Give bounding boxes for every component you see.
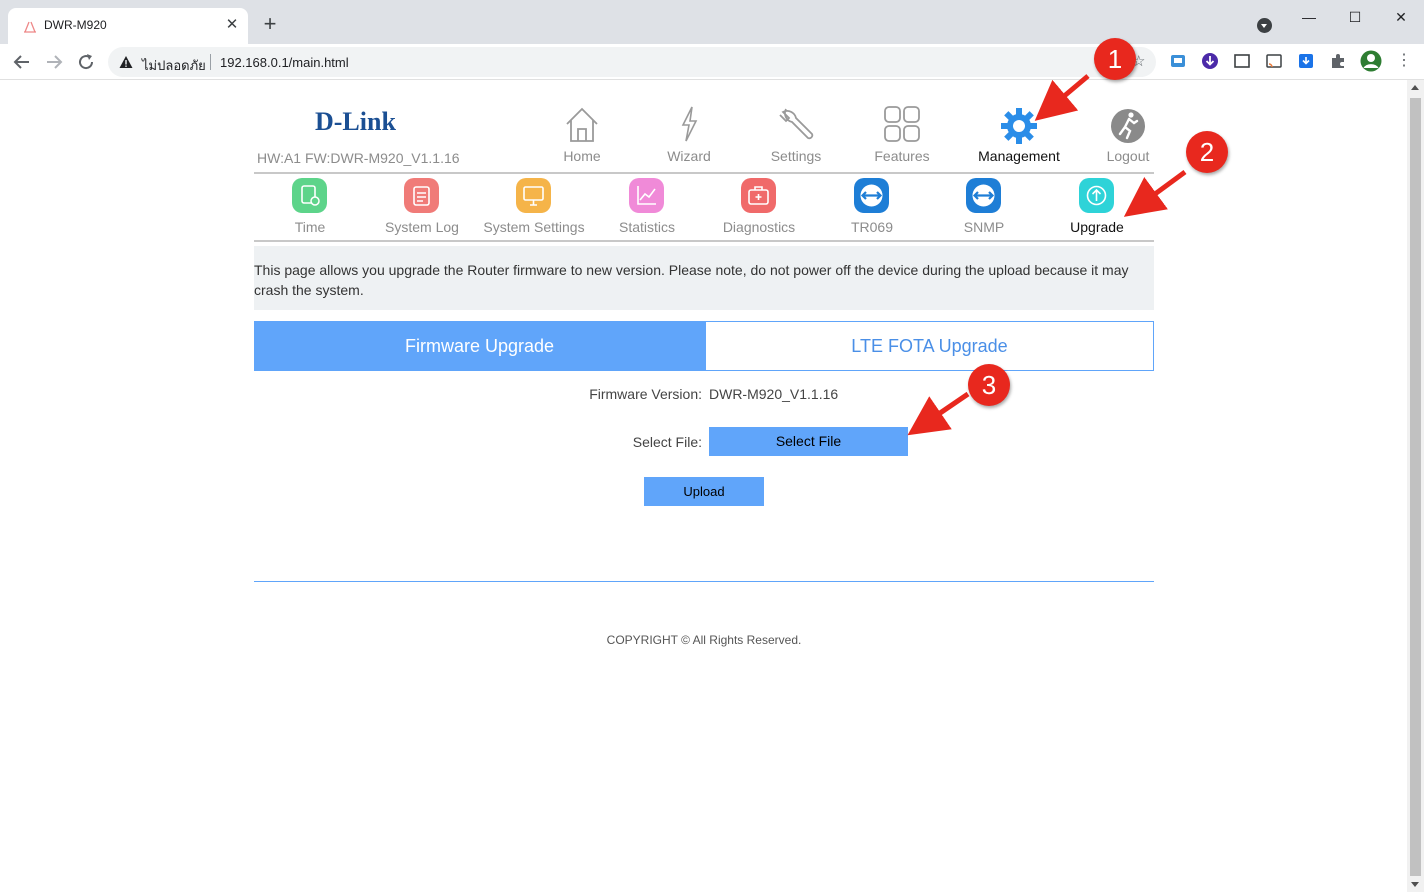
extensions-puzzle-icon[interactable] — [1329, 52, 1347, 70]
window-close-button[interactable]: ✕ — [1388, 6, 1414, 28]
main-nav-label: Features — [874, 148, 930, 164]
tab-lte-fota-upgrade[interactable]: LTE FOTA Upgrade — [705, 321, 1154, 371]
main-nav-management[interactable]: Management — [966, 100, 1072, 166]
browser-menu-icon[interactable]: ⋮ — [1396, 52, 1414, 70]
main-nav-label: Home — [563, 148, 601, 164]
router-favicon-icon — [24, 21, 36, 33]
main-nav-label: Wizard — [667, 148, 711, 164]
warning-icon — [119, 56, 133, 68]
extension-screenshot-icon[interactable] — [1233, 52, 1251, 70]
browser-tab[interactable]: DWR-M920 ✕ — [8, 8, 248, 44]
main-nav-settings[interactable]: Settings — [743, 100, 849, 166]
forward-arrow-icon[interactable] — [42, 50, 66, 74]
browser-toolbar: ไม่ปลอดภัย 192.168.0.1/main.html ☆ ⋮ — [0, 44, 1424, 80]
upgrade-notice: This page allows you upgrade the Router … — [254, 246, 1154, 310]
time-icon — [292, 178, 327, 213]
tab-title: DWR-M920 — [44, 18, 107, 32]
reload-icon[interactable] — [74, 50, 98, 74]
system-log-icon — [404, 178, 439, 213]
firmware-version-value: DWR-M920_V1.1.16 — [709, 386, 839, 402]
annotation-arrow-3 — [907, 391, 970, 436]
lightning-icon — [681, 106, 698, 142]
back-arrow-icon[interactable] — [10, 50, 34, 74]
sub-nav-system-settings[interactable]: System Settings — [478, 176, 590, 238]
address-separator — [210, 54, 211, 70]
sub-nav-diagnostics[interactable]: Diagnostics — [703, 176, 815, 238]
logo-text: D-Link — [315, 107, 396, 136]
footer-divider — [254, 581, 1154, 582]
sub-nav-label: Upgrade — [1070, 219, 1124, 235]
select-file-label: Select File: — [632, 434, 702, 450]
sub-nav-system-log[interactable]: System Log — [366, 176, 478, 238]
main-nav-label: Logout — [1106, 148, 1150, 164]
annotation-badge-3: 3 — [968, 364, 1010, 406]
sub-nav-upgrade[interactable]: Upgrade — [1041, 176, 1153, 238]
copyright-text: COPYRIGHT © All Rights Reserved. — [606, 633, 802, 647]
upgrade-icon — [1079, 178, 1114, 213]
extension-save-icon[interactable] — [1297, 52, 1315, 70]
main-nav-label: Management — [978, 148, 1060, 164]
url-text[interactable]: 192.168.0.1/main.html — [220, 55, 349, 70]
sub-nav-tr069[interactable]: TR069 — [816, 176, 928, 238]
header-divider — [254, 172, 1154, 174]
main-nav-home[interactable]: Home — [529, 100, 635, 166]
extension-download-icon[interactable] — [1201, 52, 1219, 70]
wrench-icon — [779, 108, 814, 140]
scroll-thumb[interactable] — [1410, 98, 1421, 876]
sub-nav-snmp[interactable]: SNMP — [928, 176, 1040, 238]
select-file-button[interactable]: Select File — [709, 427, 908, 456]
gear-icon — [1001, 108, 1037, 144]
snmp-icon — [966, 178, 1001, 213]
sub-nav-statistics[interactable]: Statistics — [591, 176, 703, 238]
toolbox-icon — [741, 178, 776, 213]
scroll-down-arrow-icon[interactable] — [1411, 882, 1419, 887]
runner-icon — [1111, 109, 1145, 143]
hardware-firmware-info: HW:A1 FW:DWR-M920_V1.1.16 — [257, 150, 460, 166]
grid-icon — [884, 106, 920, 142]
page-scrollbar[interactable] — [1407, 80, 1424, 892]
browser-tab-bar: DWR-M920 ✕ + — ☐ ✕ — [0, 0, 1424, 44]
annotation-badge-1: 1 — [1094, 38, 1136, 80]
chart-icon — [629, 178, 664, 213]
tab-firmware-upgrade[interactable]: Firmware Upgrade — [254, 321, 705, 371]
firmware-version-label: Firmware Version: — [589, 386, 702, 402]
extension-printer-icon[interactable] — [1169, 52, 1187, 70]
home-icon — [566, 107, 598, 142]
monitor-icon — [516, 178, 551, 213]
annotation-badge-2: 2 — [1186, 131, 1228, 173]
tab-search-icon[interactable] — [1257, 18, 1272, 33]
tr069-icon — [854, 178, 889, 213]
window-maximize-button[interactable]: ☐ — [1342, 6, 1368, 28]
main-nav-features[interactable]: Features — [849, 100, 955, 166]
tab-close-icon[interactable]: ✕ — [222, 15, 242, 35]
upload-button[interactable]: Upload — [644, 477, 764, 506]
new-tab-button[interactable]: + — [258, 13, 282, 37]
address-bar[interactable]: ไม่ปลอดภัย 192.168.0.1/main.html ☆ — [108, 47, 1156, 77]
main-nav-wizard[interactable]: Wizard — [636, 100, 742, 166]
profile-avatar-icon[interactable] — [1360, 50, 1382, 72]
subnav-divider — [254, 240, 1154, 242]
dlink-logo: D-Link — [315, 107, 396, 136]
main-nav-logout[interactable]: Logout — [1075, 100, 1181, 166]
upgrade-tabs: Firmware Upgrade LTE FOTA Upgrade — [254, 321, 1154, 371]
not-secure-label[interactable]: ไม่ปลอดภัย — [142, 55, 206, 76]
sub-nav-time[interactable]: Time — [254, 176, 366, 238]
main-nav-label: Settings — [770, 148, 822, 164]
extension-cast-icon[interactable] — [1265, 52, 1283, 70]
scroll-up-arrow-icon[interactable] — [1411, 85, 1419, 90]
window-minimize-button[interactable]: — — [1296, 6, 1322, 28]
